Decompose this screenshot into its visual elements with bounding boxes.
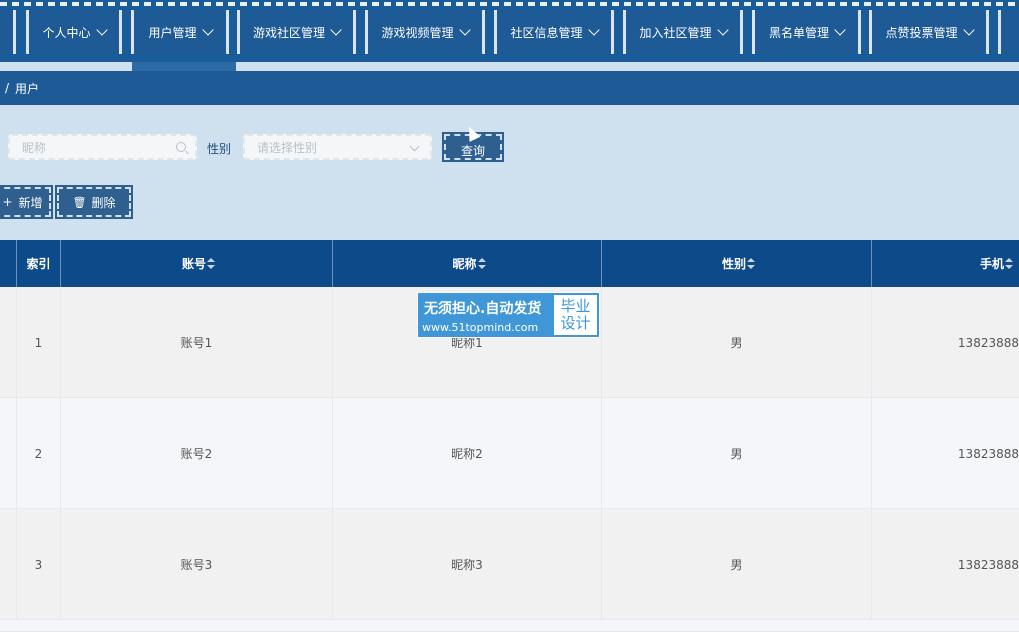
- cell-nickname: 昵称2: [333, 398, 602, 509]
- chevron-down-icon: [834, 24, 846, 36]
- column-header-gender[interactable]: 性别: [602, 240, 872, 287]
- search-icon: [176, 142, 186, 152]
- select-column-header[interactable]: [0, 240, 17, 287]
- add-button[interactable]: + 新增: [0, 185, 53, 219]
- column-header-index: 索引: [17, 240, 61, 287]
- nav-item-join-community[interactable]: 加入社区管理: [623, 10, 743, 54]
- chevron-down-icon: [458, 24, 471, 36]
- gender-label: 性别: [207, 142, 232, 156]
- breadcrumb-separator: /: [5, 81, 10, 95]
- nav-item-likes-votes[interactable]: 点赞投票管理: [869, 10, 989, 54]
- breadcrumb: / 用户: [0, 71, 1019, 105]
- gender-select[interactable]: 请选择性别: [243, 134, 432, 160]
- chevron-down-icon: [409, 141, 420, 152]
- cell-gender: 男: [602, 287, 872, 398]
- nav-item-community-info[interactable]: 社区信息管理: [494, 10, 614, 54]
- nav-decoration: [0, 2, 1019, 6]
- row-checkbox-cell[interactable]: [0, 398, 17, 509]
- chevron-down-icon: [95, 24, 108, 36]
- watermark-badge: 毕业 设计: [552, 293, 599, 337]
- row-checkbox-cell[interactable]: [0, 509, 17, 620]
- chevron-down-icon: [587, 24, 600, 36]
- table-row-partial: [0, 620, 1019, 632]
- nav-item-partial-right[interactable]: [998, 10, 1019, 54]
- column-header-account[interactable]: 账号: [61, 240, 333, 287]
- chevron-down-icon: [201, 24, 214, 36]
- cell-nickname: 昵称3: [333, 509, 602, 620]
- chevron-down-icon: [716, 24, 729, 36]
- cell-phone: 13823888: [957, 446, 1019, 461]
- watermark-banner: 无须担心.自动发货 www.51topmind.com 毕业 设计: [417, 292, 600, 338]
- watermark-line1: 无须担心.自动发货: [424, 301, 542, 317]
- cell-account: 账号2: [61, 398, 333, 509]
- row-checkbox-cell[interactable]: [0, 287, 17, 398]
- cell-account: 账号3: [61, 509, 333, 620]
- column-header-nickname[interactable]: 昵称: [333, 240, 602, 287]
- cell-index: 1: [17, 287, 61, 398]
- nickname-search-input[interactable]: 昵称: [8, 134, 197, 160]
- column-header-phone[interactable]: 手机: [872, 240, 1019, 287]
- nav-item-blacklist[interactable]: 黑名单管理: [752, 10, 861, 54]
- chevron-down-icon: [330, 24, 342, 36]
- cell-account: 账号1: [61, 287, 333, 398]
- table-row[interactable]: 2 账号2 昵称2 男 13823888: [0, 398, 1019, 509]
- table-row[interactable]: 3 账号3 昵称3 男 13823888: [0, 509, 1019, 620]
- trash-icon: 🗑: [72, 195, 87, 209]
- nav-item-personal-center[interactable]: 个人中心: [26, 10, 122, 54]
- watermark-line2: www.51topmind.com: [422, 321, 539, 334]
- cell-index: 3: [17, 509, 61, 620]
- cell-phone: 13823888: [957, 335, 1019, 350]
- nav-item-game-community[interactable]: 游戏社区管理: [237, 10, 356, 54]
- top-navigation: 个人中心 用户管理 游戏社区管理 游戏视频管理 社区信息管理 加入社区管理 黑名…: [0, 0, 1019, 62]
- cell-index: 2: [17, 398, 61, 509]
- nav-item-user-management[interactable]: 用户管理: [131, 10, 229, 54]
- plus-icon: +: [2, 195, 13, 209]
- table-header: 索引 账号 昵称 性别 手机: [0, 240, 1019, 287]
- delete-button[interactable]: 🗑 删除: [55, 185, 133, 219]
- chevron-down-icon: [962, 24, 975, 36]
- cell-gender: 男: [602, 509, 872, 620]
- nav-item-game-video[interactable]: 游戏视频管理: [365, 10, 485, 54]
- cell-gender: 男: [602, 398, 872, 509]
- breadcrumb-current: 用户: [15, 81, 40, 96]
- cell-phone: 13823888: [957, 557, 1019, 572]
- nav-item-partial[interactable]: [0, 10, 16, 54]
